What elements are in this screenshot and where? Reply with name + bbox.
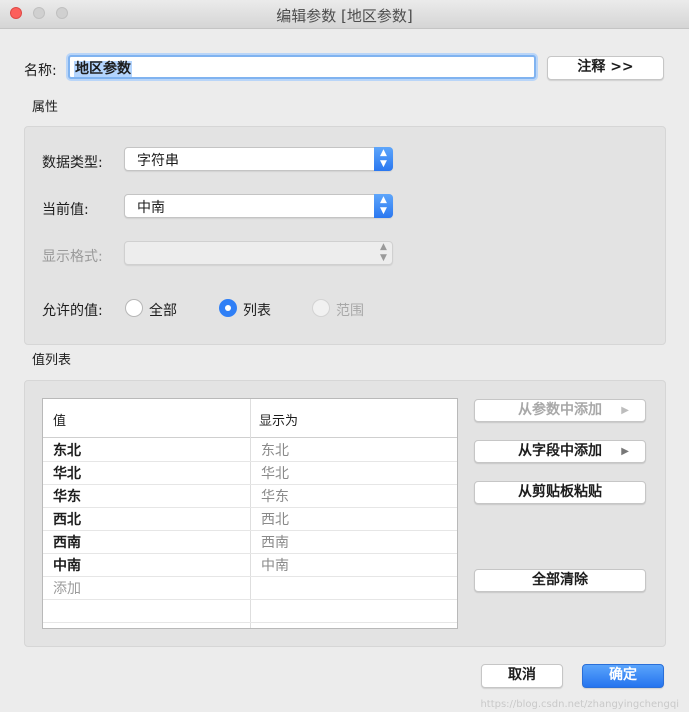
radio-list[interactable]	[219, 299, 237, 317]
display-format-label: 显示格式:	[42, 249, 103, 265]
radio-range	[312, 299, 330, 317]
radio-range-label: 范围	[336, 303, 364, 319]
display-cell[interactable]: 华东	[261, 486, 289, 506]
display-format-select: ▲ ▼	[124, 241, 393, 265]
value-list-table[interactable]: 值 显示为 东北 东北 华北 华北 华东 华东 西北 西北 西南 西南 中南 中…	[42, 398, 458, 629]
table-row[interactable]: 西北 西北	[43, 507, 457, 531]
column-header-value[interactable]: 值	[53, 410, 66, 429]
table-row[interactable]: 华东 华东	[43, 484, 457, 508]
name-value: 地区参数	[74, 61, 132, 77]
name-label: 名称:	[24, 63, 57, 79]
data-type-label: 数据类型:	[42, 155, 103, 171]
display-cell[interactable]: 西北	[261, 509, 289, 529]
chevron-updown-icon: ▲ ▼	[374, 147, 393, 171]
notes-button[interactable]: 注释 >>	[547, 56, 664, 80]
current-value-select[interactable]: 中南 ▲ ▼	[124, 194, 393, 218]
value-cell[interactable]: 华北	[53, 463, 81, 483]
triangle-right-icon: ▶	[621, 405, 629, 416]
edit-parameter-dialog: 编辑参数 [地区参数] 名称: 地区参数 注释 >> 属性 数据类型: 字符串 …	[0, 0, 689, 712]
add-from-field-label: 从字段中添加	[518, 443, 602, 459]
data-type-value: 字符串	[137, 153, 179, 169]
data-type-select[interactable]: 字符串 ▲ ▼	[124, 147, 393, 171]
current-value-value: 中南	[137, 200, 165, 216]
value-cell[interactable]: 华东	[53, 486, 81, 506]
value-cell[interactable]: 西北	[53, 509, 81, 529]
add-from-parameter-label: 从参数中添加	[518, 402, 602, 418]
radio-all[interactable]	[125, 299, 143, 317]
add-from-field-button[interactable]: 从字段中添加 ▶	[474, 440, 646, 463]
add-value-placeholder[interactable]: 添加	[53, 578, 81, 598]
table-row[interactable]: 西南 西南	[43, 530, 457, 554]
column-header-display[interactable]: 显示为	[259, 410, 298, 429]
allowed-values-label: 允许的值:	[42, 303, 103, 319]
add-from-parameter-button: 从参数中添加 ▶	[474, 399, 646, 422]
clear-all-button[interactable]: 全部清除	[474, 569, 646, 592]
table-row[interactable]: 东北 东北	[43, 438, 457, 462]
window-title: 编辑参数 [地区参数]	[276, 7, 413, 25]
radio-all-label[interactable]: 全部	[149, 300, 177, 320]
empty-row	[43, 599, 457, 623]
display-cell[interactable]: 西南	[261, 532, 289, 552]
chevron-updown-icon: ▲ ▼	[374, 194, 393, 218]
display-cell[interactable]: 中南	[261, 555, 289, 575]
display-cell[interactable]: 华北	[261, 463, 289, 483]
ok-button[interactable]: 确定	[582, 664, 664, 688]
chevron-updown-icon: ▲ ▼	[380, 242, 387, 263]
table-row[interactable]: 华北 华北	[43, 461, 457, 485]
watermark: https://blog.csdn.net/zhangyingchengqi	[480, 699, 679, 710]
display-cell[interactable]: 东北	[261, 440, 289, 460]
radio-list-label[interactable]: 列表	[243, 300, 271, 320]
value-cell[interactable]: 西南	[53, 532, 81, 552]
triangle-right-icon: ▶	[621, 446, 629, 457]
add-row[interactable]: 添加	[43, 576, 457, 600]
value-list-section-title: 值列表	[32, 353, 72, 368]
name-input[interactable]: 地区参数	[68, 55, 536, 79]
value-cell[interactable]: 中南	[53, 555, 81, 575]
paste-from-clipboard-button[interactable]: 从剪贴板粘贴	[474, 481, 646, 504]
title-bar: 编辑参数 [地区参数]	[0, 0, 689, 29]
value-cell[interactable]: 东北	[53, 440, 81, 460]
table-row[interactable]: 中南 中南	[43, 553, 457, 577]
cancel-button[interactable]: 取消	[481, 664, 563, 688]
properties-section-title: 属性	[32, 100, 59, 115]
current-value-label: 当前值:	[42, 202, 89, 218]
